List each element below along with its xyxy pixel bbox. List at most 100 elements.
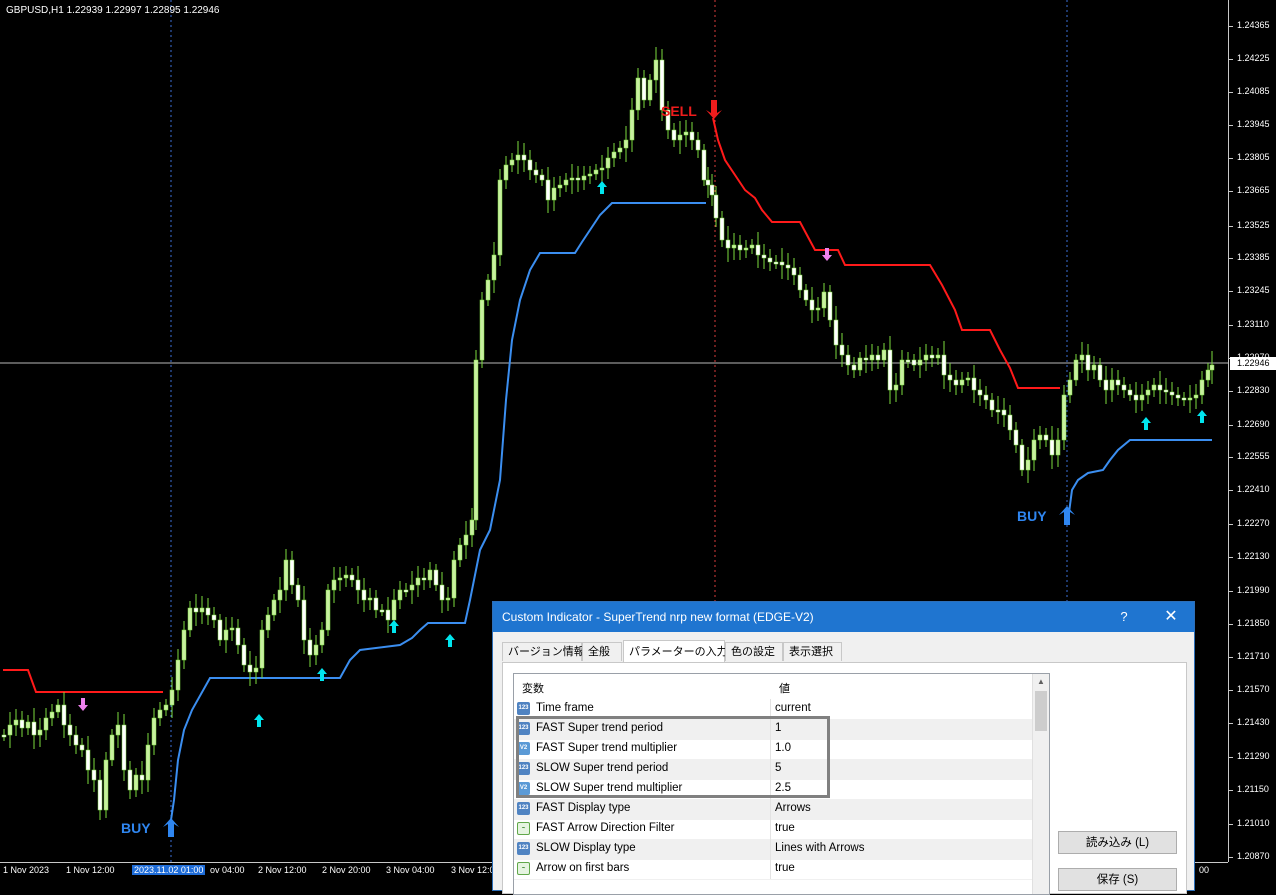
candle-body	[977, 389, 983, 396]
candle-body	[779, 261, 785, 266]
param-value[interactable]: Lines with Arrows	[775, 839, 864, 858]
candle-body	[545, 179, 551, 201]
candle-body	[953, 379, 959, 386]
buy-arrow-icon	[1059, 506, 1075, 525]
candle-body	[605, 157, 611, 169]
param-value[interactable]: Arrows	[775, 799, 811, 818]
candle-body	[971, 377, 977, 391]
load-button[interactable]: 読み込み (L)	[1058, 831, 1177, 854]
candle-body	[415, 577, 421, 586]
candle-body	[259, 629, 265, 669]
header-variable: 変数	[522, 683, 544, 695]
candle-body	[479, 299, 485, 361]
tab-visualization[interactable]: 表示選択	[783, 642, 842, 661]
price-tick-label: 1.24085	[1237, 86, 1270, 96]
candle-body	[983, 394, 989, 401]
tab-input-parameters[interactable]: パラメーターの入力	[623, 640, 728, 663]
candle-body	[593, 169, 599, 175]
candle-body	[1139, 394, 1145, 401]
candle-body	[433, 569, 439, 586]
price-tick	[1229, 125, 1233, 126]
candle-body	[689, 131, 695, 141]
save-button[interactable]: 保存 (S)	[1058, 868, 1177, 891]
column-divider	[770, 859, 771, 879]
help-button[interactable]: ?	[1114, 606, 1134, 628]
scroll-up-icon[interactable]: ▲	[1033, 674, 1049, 690]
sell-arrow-icon	[706, 100, 722, 119]
tab-colors[interactable]: 色の設定	[725, 642, 783, 661]
candle-body	[1007, 414, 1013, 431]
candle-body	[409, 584, 415, 591]
candle-body	[557, 184, 563, 189]
candle-body	[385, 609, 391, 621]
supertrend-down-line	[3, 669, 163, 693]
param-value[interactable]: true	[775, 819, 795, 838]
candle-body	[97, 779, 103, 811]
candle-body	[497, 179, 503, 256]
param-row[interactable]: ~ Arrow on first bars true	[514, 859, 1034, 880]
tab-general[interactable]: 全般	[582, 642, 622, 661]
candle-body	[1061, 394, 1067, 441]
vertical-scrollbar[interactable]: ▲	[1032, 674, 1049, 894]
candle-body	[611, 151, 617, 159]
candle-body	[1145, 389, 1151, 396]
candle-body	[451, 559, 457, 599]
price-tick-label: 1.23245	[1237, 285, 1270, 295]
candle-body	[683, 131, 689, 136]
candle-body	[373, 597, 379, 611]
candle-body	[1109, 379, 1115, 391]
candle-body	[641, 77, 647, 101]
parameter-grid[interactable]: 変数 値 123 Time frame current 123 FAST Super t…	[513, 673, 1050, 895]
candle-body	[623, 139, 629, 149]
candle-body	[469, 519, 475, 536]
candle-body	[917, 359, 923, 366]
param-row[interactable]: 123 FAST Display type Arrows	[514, 799, 1034, 820]
candle-body	[115, 724, 121, 736]
candle-body	[671, 129, 677, 141]
candle-body	[995, 409, 1001, 413]
price-tick	[1229, 92, 1233, 93]
candle-body	[503, 164, 509, 181]
price-tick	[1229, 59, 1233, 60]
close-button[interactable]: ✕	[1156, 606, 1186, 628]
candle-body	[797, 274, 803, 291]
candle-body	[55, 704, 61, 713]
price-tick	[1229, 524, 1233, 525]
candle-body	[319, 629, 325, 646]
candle-body	[965, 377, 971, 381]
candle-body	[367, 597, 373, 601]
price-tick-label: 1.23805	[1237, 152, 1270, 162]
enum-type-icon: ~	[517, 822, 530, 835]
candle-body	[1193, 394, 1199, 399]
time-tick-label: ov 04:00	[210, 865, 245, 875]
supertrend-down-line	[712, 117, 1060, 389]
param-value[interactable]: true	[775, 859, 795, 878]
integer-type-icon: 123	[517, 842, 530, 855]
candle-body	[599, 167, 605, 171]
candle-body	[845, 354, 851, 366]
candle-body	[629, 109, 635, 141]
price-tick-label: 1.23110	[1237, 319, 1269, 329]
param-row[interactable]: 123 SLOW Display type Lines with Arrows	[514, 839, 1034, 860]
price-tick-label: 1.21430	[1237, 717, 1270, 727]
price-tick	[1229, 457, 1233, 458]
candle-body	[1031, 439, 1037, 461]
candle-body	[881, 349, 887, 361]
candle-body	[391, 599, 397, 621]
candle-body	[905, 359, 911, 363]
price-axis[interactable]: 1.24365 1.24225 1.24085 1.23945 1.23805 1.236…	[1228, 0, 1276, 862]
dialog-titlebar[interactable]: Custom Indicator - SuperTrend nrp new fo…	[493, 602, 1194, 632]
candle-body	[809, 299, 815, 311]
candle-body	[151, 717, 157, 746]
candle-body	[223, 629, 229, 641]
scroll-thumb[interactable]	[1035, 691, 1047, 731]
candle-body	[403, 589, 409, 593]
fast-up-arrow-icon	[389, 620, 399, 633]
param-row[interactable]: ~ FAST Arrow Direction Filter true	[514, 819, 1034, 840]
price-tick	[1229, 490, 1233, 491]
candle-body	[379, 609, 385, 613]
tab-version-info[interactable]: バージョン情報	[502, 642, 585, 661]
candle-body	[857, 357, 863, 371]
candle-body	[815, 307, 821, 311]
candle-body	[1151, 384, 1157, 391]
